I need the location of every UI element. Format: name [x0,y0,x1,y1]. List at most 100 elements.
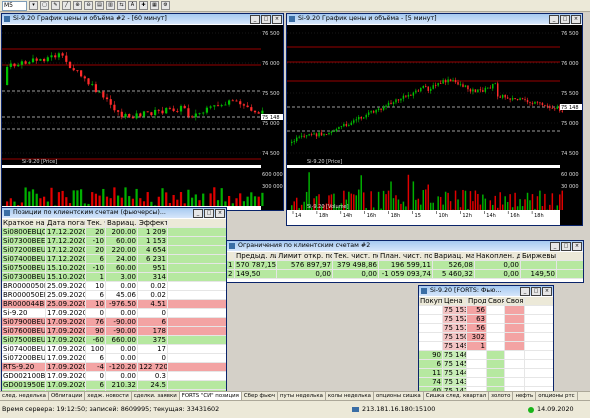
toolbar-icon[interactable]: ✚ [139,1,148,10]
toolbar-icon[interactable]: ▤ [95,1,104,10]
orderbook-row[interactable]: 75 15263 [419,315,553,324]
candle-body [50,55,52,57]
orderbook-row[interactable]: 75 15356 [419,306,553,315]
volume-bar [358,190,359,210]
minimize-button[interactable]: _ [549,15,559,24]
net-position-cell: 10 [86,282,106,290]
maximize-button[interactable]: □ [561,242,571,251]
close-button[interactable]: × [215,209,225,218]
close-button[interactable]: × [572,242,582,251]
candle-body [91,84,93,85]
candle-body [206,108,208,113]
timeframe-select[interactable]: M5 [2,1,27,11]
orderbook-row[interactable]: 1175 144 [419,369,553,378]
candle-body [69,62,71,68]
price-chart-60min[interactable]: 76 50076 00075 50075 00074 50075 148Si-9… [2,25,283,210]
candle-body [338,127,339,129]
toolbar-icon[interactable]: ▾ [29,1,38,10]
table-row[interactable]: Si07400ВЕU017.09.20201000.0017 [2,345,226,354]
instrument-cell: Si07300ВЕЕU0 [2,237,46,245]
candle-body [428,87,429,91]
candle-body [375,110,376,113]
orderbook-row[interactable]: 7475 143 [419,378,553,387]
close-button[interactable]: × [542,287,552,296]
orderbook-row[interactable]: 75 1491 [419,342,553,351]
toolbar-icon[interactable]: ╱ [62,1,71,10]
candle-body [136,113,138,118]
toolbar-icon[interactable]: ⊖ [84,1,93,10]
own-sell-cell [505,351,525,359]
col-header: Вариац. маржа [106,219,138,227]
maximize-button[interactable]: □ [261,15,271,24]
close-button[interactable]: × [272,15,282,24]
table-cell: 2 [227,270,235,278]
effective-price-cell: 0.3 [138,372,168,380]
volume-bar [383,191,384,210]
table-row[interactable]: Si0800ЕВЦ017.12.202020200.001 209 [2,228,226,237]
table-cell: Своя пок [487,297,505,305]
table-row[interactable]: Si07400ВЕU017.12.2020624.006 231 [2,255,226,264]
toolbar-icon[interactable]: ▢ [40,1,49,10]
table-row[interactable]: Si07500ВЕU017.09.2020-60660.00375 [2,336,226,345]
table-cell: 0,00 [475,270,521,278]
minimize-button[interactable]: _ [520,287,530,296]
maximize-button[interactable]: □ [204,209,214,218]
table-row[interactable]: Si07200ВЕU017.09.202060.000 [2,354,226,363]
table-cell [521,261,557,269]
orderbook-row[interactable]: 675 145 [419,360,553,369]
orderbook-row[interactable]: 9075 146 [419,351,553,360]
price-chart-5min[interactable]: 76 50076 00075 50075 00074 50075 148Si-9… [287,25,582,225]
effective-price-cell: 0 [138,354,168,362]
orderbook-row[interactable]: 75 15156 [419,324,553,333]
table-row[interactable]: Si07200ВЕU017.12.202020220.004 654 [2,246,226,255]
candle-body [110,99,112,105]
table-row[interactable]: 1570 787,15576 897,97379 498,86196 599,1… [227,261,583,270]
toolbar-icon[interactable]: ▦ [150,1,159,10]
candle-body [117,110,119,111]
table-row[interactable]: Si07300ВЕU015.10.202013.00314 [2,273,226,282]
toolbar-icon[interactable]: ✎ [51,1,60,10]
toolbar-icon[interactable]: ⚙ [161,1,170,10]
table-row[interactable]: RTS-9.2017.09.2020-4-120.20122 720 [2,363,226,372]
toolbar-icon[interactable]: ⊕ [73,1,82,10]
ask-qty-cell [467,351,487,359]
limits-window-title: Ограничения по клиентским счетам #2 _ □ … [227,241,583,251]
toolbar-icon[interactable]: A [128,1,137,10]
expiry-cell: 17.09.2020 [46,354,86,362]
y-tick-label: 75 500 [561,91,579,97]
candle-body [346,124,347,126]
table-row[interactable]: Si07900ВЕU017.09.202076-90.006 [2,318,226,327]
volume-bar [549,205,550,210]
minimize-button[interactable]: _ [550,242,560,251]
volume-bar [121,198,123,206]
toolbar-icon[interactable]: ⇆ [117,1,126,10]
volume-bar [395,195,396,210]
table-row[interactable]: Si07600ВЕU017.09.202090-90.00178 [2,327,226,336]
table-row[interactable]: BR000044ВЕU025.09.202010-976.504.51 [2,300,226,309]
table-row[interactable]: Краткое названиеДата погашТек. чист.Вари… [2,219,226,228]
minimize-button[interactable]: _ [193,209,203,218]
table-row[interactable]: BR000050ЕВО25.09.2020645.060.02 [2,291,226,300]
maximize-button[interactable]: □ [531,287,541,296]
close-button[interactable]: × [571,15,581,24]
variation-margin-cell: -90.00 [106,318,138,326]
table-row[interactable]: Si07300ВЕЕU017.12.2020-1060.001 153 [2,237,226,246]
table-row[interactable]: Предыд. лимитЛимит откр. поз.Тек. чист. … [227,252,583,261]
net-position-cell: 76 [86,318,106,326]
table-row[interactable]: Si07500ВЕU015.10.2020-1060.00951 [2,264,226,273]
table-row[interactable]: GD001950ЕВ017.09.20206210.3224.5 [2,381,226,390]
toolbar-icon[interactable]: ▥ [106,1,115,10]
volume-bar [492,205,493,210]
table-row[interactable]: 2149,500,000,00-1 059 093,745 460,320,00… [227,270,583,279]
table-row[interactable]: ПокупкаЦенаПродажаСвоя покСвоя пр [419,297,553,306]
table-row[interactable]: BR0000050ЕВО25.09.2020100.000.02 [2,282,226,291]
table-row[interactable]: Si-9.2017.09.202000.000 [2,309,226,318]
table-row[interactable]: GD002100ВЕ017.09.202000.000.3 [2,372,226,381]
orderbook-row[interactable]: 75 150302 [419,333,553,342]
expiry-cell: 17.09.2020 [46,381,86,389]
volume-bar [173,195,175,206]
maximize-button[interactable]: □ [560,15,570,24]
candle-body [187,108,189,116]
minimize-button[interactable]: _ [250,15,260,24]
candle-body [210,106,212,107]
